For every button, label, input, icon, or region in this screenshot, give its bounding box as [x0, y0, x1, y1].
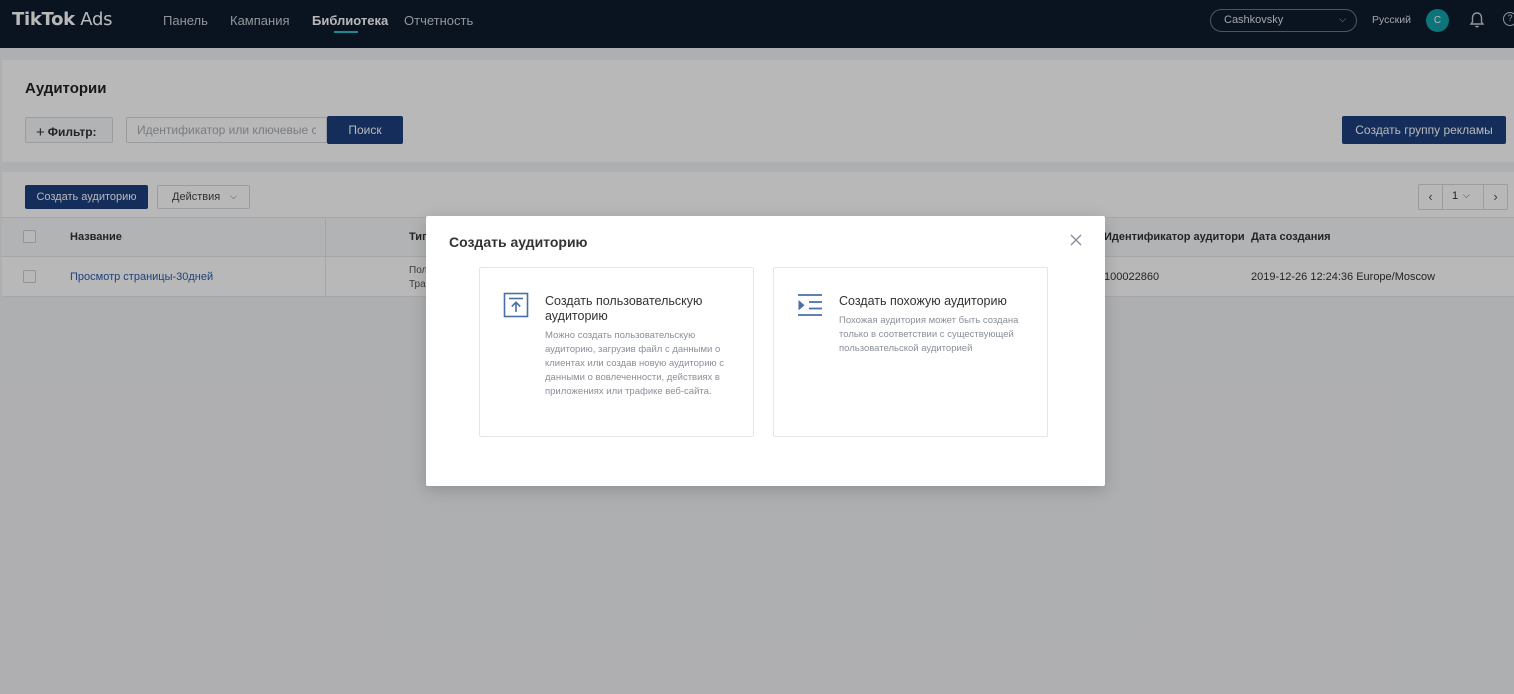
- lookalike-audience-title: Создать похожую аудиторию: [839, 294, 1007, 308]
- lookalike-audience-card[interactable]: Создать похожую аудиторию Похожая аудито…: [773, 267, 1048, 437]
- custom-audience-title: Создать пользовательскую аудиторию: [545, 294, 703, 323]
- create-audience-modal: Создать аудиторию Создать пользовательск…: [426, 216, 1105, 486]
- upload-icon: [503, 292, 529, 318]
- custom-audience-card[interactable]: Создать пользовательскую аудиторию Можно…: [479, 267, 754, 437]
- lookalike-audience-description: Похожая аудитория может быть создана тол…: [839, 315, 1019, 354]
- modal-title: Создать аудиторию: [449, 234, 588, 250]
- indent-list-icon: [798, 294, 822, 316]
- custom-audience-description: Можно создать пользовательскую аудиторию…: [545, 330, 725, 397]
- close-icon[interactable]: [1068, 232, 1084, 248]
